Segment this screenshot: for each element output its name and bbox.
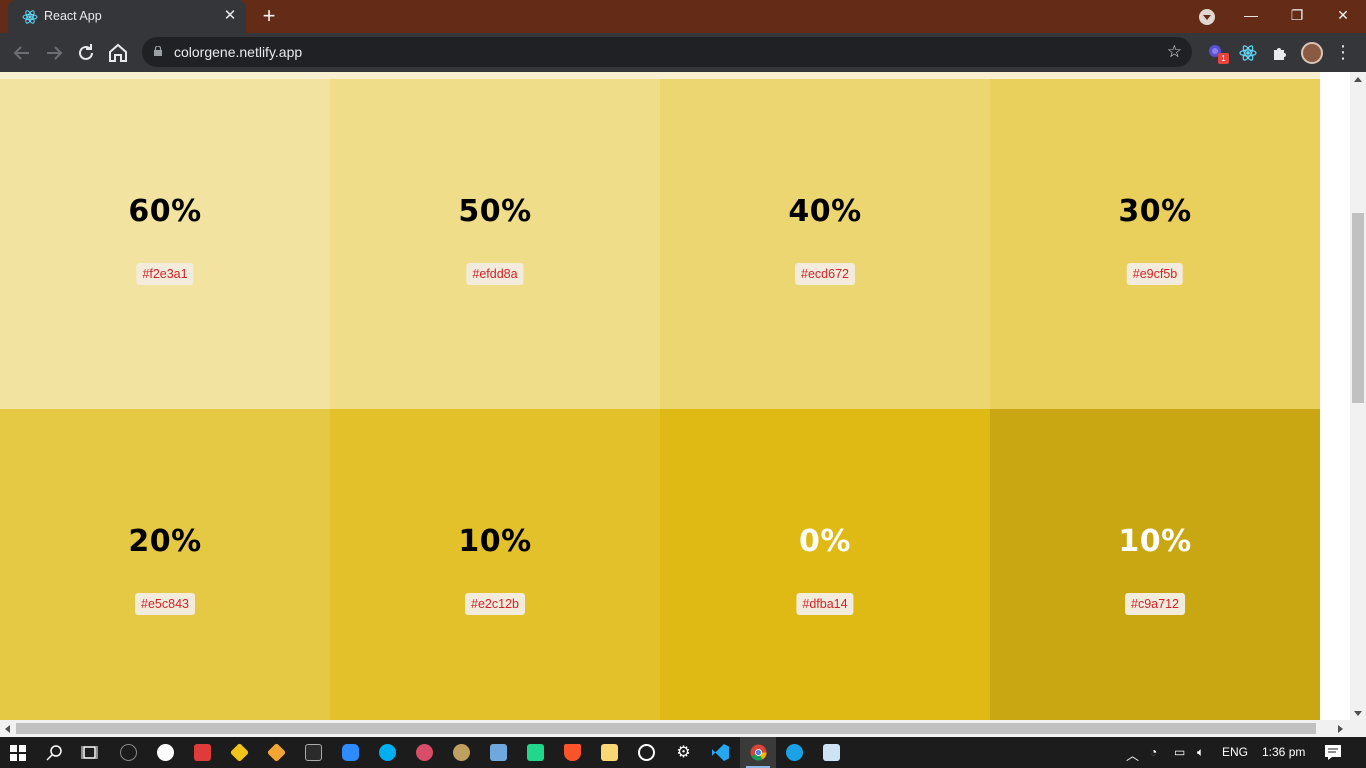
volume-icon[interactable]: 🔈︎: [1197, 745, 1204, 760]
search-icon[interactable]: [46, 744, 63, 761]
react-logo-icon: [22, 10, 38, 24]
vscode-icon[interactable]: [712, 744, 729, 761]
previous-row-edge: [0, 72, 1320, 79]
zoom-icon[interactable]: [342, 744, 359, 761]
reload-icon[interactable]: [74, 41, 98, 65]
settings-gear-icon[interactable]: ⚙: [675, 744, 692, 761]
color-swatch[interactable]: 30% #e9cf5b: [990, 79, 1320, 409]
color-swatch[interactable]: 0% #dfba14: [660, 409, 990, 720]
notepad-icon[interactable]: [490, 744, 507, 761]
scroll-left-arrow-icon[interactable]: [5, 725, 10, 733]
tab-title: React App: [44, 9, 102, 23]
app-icon-bird[interactable]: [416, 744, 433, 761]
swatch-hex-code[interactable]: #dfba14: [796, 593, 854, 615]
tab-search-icon[interactable]: [1199, 9, 1215, 25]
swatch-percent-label: 60%: [128, 194, 202, 229]
brave-browser-icon[interactable]: [564, 744, 581, 761]
maximize-button[interactable]: ❐: [1274, 0, 1320, 30]
swatch-hex-code[interactable]: #e2c12b: [465, 593, 525, 615]
url-text: colorgene.netlify.app: [174, 44, 303, 60]
tab-close-icon[interactable]: ✕: [220, 6, 240, 26]
swatch-percent-label: 0%: [799, 524, 851, 559]
scroll-down-arrow-icon[interactable]: [1354, 711, 1362, 716]
color-swatch[interactable]: 40% #ecd672: [660, 79, 990, 409]
lock-icon: [154, 46, 162, 56]
swatch-hex-code[interactable]: #ecd672: [795, 263, 855, 285]
profile-avatar[interactable]: [1301, 42, 1323, 64]
browser-toolbar: colorgene.netlify.app ☆ 1 ⋮: [0, 33, 1366, 72]
obs-studio-icon[interactable]: [120, 744, 137, 761]
tray-chevron-up-icon[interactable]: ︿: [1126, 745, 1139, 764]
color-swatch[interactable]: 10% #e2c12b: [330, 409, 660, 720]
media-player-icon[interactable]: [638, 744, 655, 761]
horizontal-scroll-thumb[interactable]: [16, 723, 1316, 734]
swatch-percent-label: 20%: [128, 524, 202, 559]
close-window-button[interactable]: ✕: [1320, 0, 1366, 30]
file-explorer-icon[interactable]: [601, 744, 618, 761]
color-swatch[interactable]: 20% #e5c843: [0, 409, 330, 720]
swatch-percent-label: 40%: [788, 194, 862, 229]
command-prompt-icon[interactable]: [305, 744, 322, 761]
scroll-up-arrow-icon[interactable]: [1354, 77, 1362, 82]
swatch-hex-code[interactable]: #e9cf5b: [1126, 263, 1184, 285]
vertical-scroll-thumb[interactable]: [1352, 213, 1364, 403]
battery-icon[interactable]: ▭: [1174, 745, 1185, 759]
forward-icon[interactable]: [42, 41, 66, 65]
swatch-hex-code[interactable]: #efdd8a: [466, 263, 524, 285]
tab-react-app[interactable]: React App ✕: [8, 0, 246, 33]
gitkraken-icon[interactable]: [229, 742, 250, 763]
vertical-scrollbar[interactable]: [1350, 72, 1366, 720]
git-icon[interactable]: [266, 742, 287, 763]
extension-icon-colorful[interactable]: 1: [1207, 43, 1229, 64]
back-icon[interactable]: [10, 41, 34, 65]
swatch-percent-label: 10%: [458, 524, 532, 559]
anydesk-icon[interactable]: [194, 744, 211, 761]
swatch-percent-label: 10%: [1118, 524, 1192, 559]
clock-time[interactable]: 1:36 pm: [1262, 745, 1305, 759]
color-swatch[interactable]: 60% #f2e3a1: [0, 79, 330, 409]
slack-icon[interactable]: [157, 744, 174, 761]
extensions-puzzle-icon[interactable]: [1270, 43, 1290, 63]
address-bar[interactable]: colorgene.netlify.app ☆: [142, 37, 1192, 67]
notifications-icon[interactable]: [1325, 745, 1341, 760]
skype-icon[interactable]: [379, 744, 396, 761]
page-viewport: 60% #f2e3a1 50% #efdd8a 40% #ecd672 30% #e9cf5b…: [0, 72, 1366, 720]
scroll-right-arrow-icon[interactable]: [1338, 725, 1343, 733]
color-palette-grid: 60% #f2e3a1 50% #efdd8a 40% #ecd672 30% #e9cf5b…: [0, 79, 1320, 720]
network-icon[interactable]: ◔: [1150, 745, 1157, 759]
swatch-percent-label: 50%: [458, 194, 532, 229]
swatch-percent-label: 30%: [1118, 194, 1192, 229]
task-view-icon[interactable]: [81, 744, 98, 761]
edge-icon[interactable]: [786, 744, 803, 761]
swatch-hex-code[interactable]: #e5c843: [135, 593, 195, 615]
color-swatch[interactable]: 10% #c9a712: [990, 409, 1320, 720]
home-icon[interactable]: [106, 41, 130, 65]
camtasia-icon[interactable]: [527, 744, 544, 761]
windows-start-icon[interactable]: [10, 745, 26, 761]
windows-taskbar: ⚙ ︿ ◔ ▭ 🔈︎ ENG 1:36 pm: [0, 737, 1366, 768]
react-devtools-icon[interactable]: [1238, 43, 1258, 63]
chrome-taskbar-active[interactable]: [740, 737, 776, 768]
browser-menu-icon[interactable]: ⋮: [1334, 42, 1352, 62]
minimize-button[interactable]: —: [1228, 0, 1274, 30]
language-indicator[interactable]: ENG: [1222, 745, 1248, 759]
swatch-hex-code[interactable]: #f2e3a1: [136, 263, 194, 285]
swatch-hex-code[interactable]: #c9a712: [1125, 593, 1185, 615]
extension-badge: 1: [1218, 53, 1229, 64]
horizontal-scrollbar[interactable]: [0, 720, 1366, 737]
notepad-document-icon[interactable]: [823, 744, 840, 761]
new-tab-button[interactable]: +: [258, 5, 280, 28]
browser-tab-strip: React App ✕ + — ❐ ✕: [0, 0, 1366, 33]
chrome-icon: [750, 744, 767, 761]
paint-icon[interactable]: [453, 744, 470, 761]
bookmark-star-icon[interactable]: ☆: [1167, 42, 1182, 62]
color-swatch[interactable]: 50% #efdd8a: [330, 79, 660, 409]
